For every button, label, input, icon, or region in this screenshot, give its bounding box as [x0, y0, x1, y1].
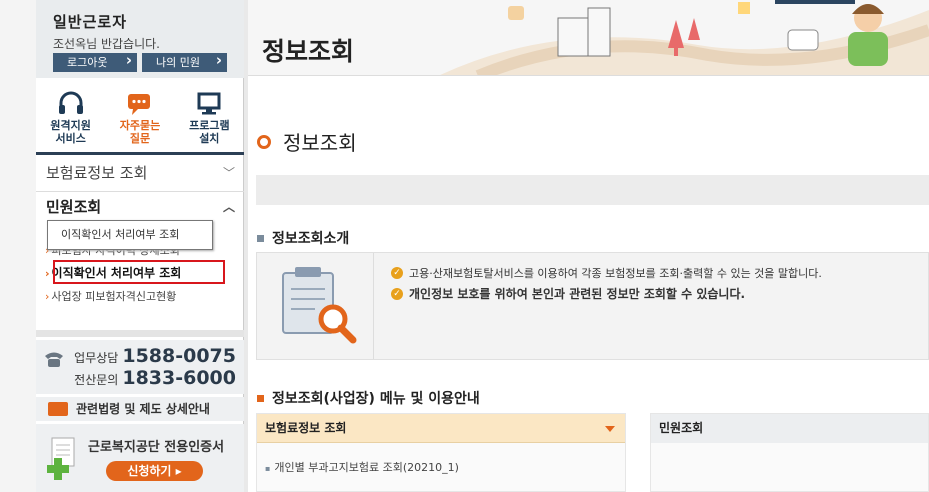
square-bullet-icon — [257, 234, 264, 242]
insurance-info-panel: 보험료정보 조회 개인별 부과고지보험료 조회(20210_1) — [256, 413, 626, 492]
remote-support-label2: 서비스 — [55, 132, 86, 145]
remote-support-button[interactable]: 원격지원 서비스 — [36, 87, 105, 152]
insurance-info-panel-header[interactable]: 보험료정보 조회 — [257, 414, 625, 443]
faq-label1: 자주묻는 — [119, 119, 161, 132]
remote-support-label1: 원격지원 — [50, 119, 91, 132]
menu-insurance-info-label: 보험료정보 조회 — [46, 164, 148, 182]
highlight-box — [53, 260, 225, 284]
faq-label2: 질문 — [129, 132, 151, 145]
square-bullet-icon — [257, 394, 264, 402]
left-margin — [0, 0, 36, 492]
chevron-up-icon: ︿ — [222, 200, 235, 214]
location-bar — [256, 175, 929, 205]
intro-box: ✓ 고용·산재보험토탈서비스를 이용하여 각종 보험정보를 조회·출력할 수 있는… — [256, 252, 929, 360]
user-type: 일반근로자 — [53, 13, 128, 31]
tooltip: 이직확인서 처리여부 조회 — [47, 220, 213, 250]
intro-bullet-1: ✓ 고용·산재보험토탈서비스를 이용하여 각종 보험정보를 조회·출력할 수 있는… — [391, 265, 822, 281]
menu-civil[interactable]: 민원조회 ︿ — [36, 192, 244, 222]
contact-box: 업무상담 1588-0075 전산문의 1833-6000 — [36, 340, 244, 394]
user-box: 일반근로자 조선옥님 반갑습니다. 로그아웃 나의 민원 — [36, 0, 244, 78]
program-install-button[interactable]: 프로그램 설치 — [175, 87, 244, 152]
book-icon — [48, 402, 68, 416]
main-heading: 정보조회 — [283, 131, 357, 155]
cert-apply-button[interactable]: 신청하기 ▸ — [106, 461, 203, 481]
menu-civil-label: 민원조회 — [46, 198, 102, 216]
civil-panel-title[interactable]: 민원조회 — [651, 414, 928, 443]
program-install-label1: 프로그램 — [189, 119, 230, 132]
user-greeting: 조선옥님 반갑습니다. — [53, 37, 160, 51]
divider — [373, 253, 374, 359]
dropdown-arrow-icon — [605, 426, 615, 432]
cert-apply-label: 신청하기 — [127, 464, 172, 478]
menu-insurance-info[interactable]: 보험료정보 조회 ﹀ — [36, 157, 244, 192]
submenu-workplace-report-label: 사업장 피보험자격신고현황 — [51, 290, 177, 303]
chat-bubble-icon — [127, 94, 150, 115]
quick-menu: 원격지원 서비스 자주묻는 질문 프로그램 설치 — [36, 87, 244, 155]
consult-label: 업무상담 — [74, 351, 119, 365]
divider — [36, 330, 244, 337]
intro-section-title: 정보조회소개 — [257, 228, 349, 248]
page-title: 정보조회 — [262, 37, 355, 66]
intro-bullet-2: ✓ 개인정보 보호를 위하여 본인과 관련된 정보만 조회할 수 있습니다. — [391, 285, 745, 302]
civil-panel: 민원조회 — [650, 413, 929, 492]
it-label: 전산문의 — [74, 373, 119, 387]
program-install-label2: 설치 — [199, 132, 220, 145]
my-civil-button[interactable]: 나의 민원 — [142, 51, 227, 72]
law-info-link[interactable]: 관련법령 및 제도 상세안내 — [36, 397, 244, 421]
law-info-label: 관련법령 및 제도 상세안내 — [76, 402, 210, 416]
consult-number: 1588-0075 — [122, 345, 236, 367]
check-icon: ✓ — [391, 287, 403, 300]
cert-title: 근로복지공단 전용인증서 — [88, 440, 225, 455]
faq-button[interactable]: 자주묻는 질문 — [105, 87, 174, 152]
arrow-right-icon: › — [45, 290, 50, 303]
search-document-icon — [282, 267, 357, 344]
menu-guide-title: 정보조회(사업장) 메뉴 및 이용안내 — [257, 388, 480, 408]
it-number: 1833-6000 — [122, 367, 236, 389]
cert-box: 근로복지공단 전용인증서 신청하기 ▸ — [36, 424, 244, 492]
page-header: 정보조회 — [248, 0, 929, 76]
monitor-icon — [197, 92, 221, 115]
chevron-down-icon: ﹀ — [222, 166, 235, 180]
submenu-workplace-report[interactable]: › 사업장 피보험자격신고현황 — [45, 288, 176, 304]
arrow-right-icon: › — [45, 267, 50, 280]
headset-icon — [58, 91, 83, 114]
intro-bullet-1-text: 고용·산재보험토탈서비스를 이용하여 각종 보험정보를 조회·출력할 수 있는 … — [409, 267, 822, 280]
section-heading: 정보조회 — [257, 127, 357, 156]
intro-section-label: 정보조회소개 — [272, 231, 350, 247]
sidebar: 일반근로자 조선옥님 반갑습니다. 로그아웃 나의 민원 원격지원 서비스 자주… — [36, 0, 244, 492]
list-item[interactable]: 개인별 부과고지보험료 조회(20210_1) — [265, 459, 459, 475]
intro-bullet-2-text: 개인정보 보호를 위하여 본인과 관련된 정보만 조회할 수 있습니다. — [409, 287, 746, 301]
circle-bullet-icon — [257, 134, 271, 149]
check-icon: ✓ — [391, 267, 403, 279]
header-illustration — [440, 2, 929, 75]
menu-guide-label: 정보조회(사업장) 메뉴 및 이용안내 — [272, 391, 480, 407]
certificate-icon — [47, 437, 75, 480]
logout-button[interactable]: 로그아웃 — [53, 51, 137, 72]
phone-icon — [45, 352, 63, 367]
insurance-info-panel-title: 보험료정보 조회 — [265, 421, 347, 435]
